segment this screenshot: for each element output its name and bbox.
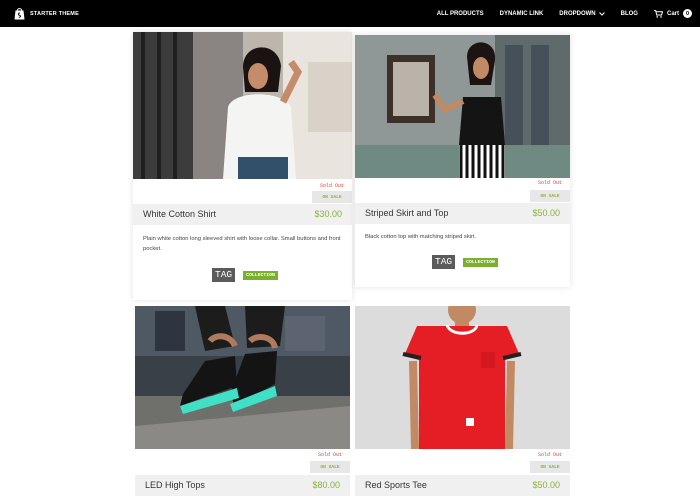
product-title[interactable]: Striped Skirt and Top: [365, 208, 448, 218]
sold-out-label: Sold Out: [537, 452, 562, 458]
product-card[interactable]: Sold Out ON SALE LED High Tops $80.00: [135, 306, 350, 496]
product-card[interactable]: Sold Out ON SALE White Cotton Shirt $30.…: [133, 32, 352, 300]
nav-blog[interactable]: BLOG: [621, 11, 638, 17]
brand-name: STARTER THEME: [30, 10, 79, 17]
product-price: $50.00: [532, 480, 560, 490]
nav-all-products[interactable]: ALL PRODUCTS: [437, 11, 484, 17]
sold-out-label: Sold Out: [319, 183, 344, 189]
product-image[interactable]: [133, 32, 352, 179]
collection-chip[interactable]: COLLECTION: [463, 257, 498, 267]
product-image[interactable]: [355, 35, 570, 178]
product-card[interactable]: Sold Out ON SALE Red Sports Tee $50.00: [355, 306, 570, 496]
product-title[interactable]: White Cotton Shirt: [143, 209, 216, 219]
collection-chip[interactable]: COLLECTION: [243, 270, 278, 280]
product-title-bar: White Cotton Shirt $30.00: [133, 204, 352, 225]
product-price: $80.00: [312, 480, 340, 490]
sold-out-label: Sold Out: [537, 180, 562, 186]
product-title[interactable]: LED High Tops: [145, 480, 205, 490]
product-description: Black cotton top with matching striped s…: [365, 234, 477, 240]
on-sale-badge: ON SALE: [530, 190, 570, 202]
product-tags: TAG COLLECTION: [212, 268, 278, 282]
product-image[interactable]: [135, 306, 350, 449]
top-navigation-bar: STARTER THEME ALL PRODUCTS DYNAMIC LINK …: [0, 0, 700, 27]
product-title-bar: Striped Skirt and Top $50.00: [355, 203, 570, 224]
sold-out-label: Sold Out: [317, 452, 342, 458]
brand-logo-link[interactable]: STARTER THEME: [14, 7, 79, 20]
on-sale-badge: ON SALE: [312, 191, 352, 203]
nav-dropdown[interactable]: DROPDOWN: [559, 10, 605, 17]
product-title[interactable]: Red Sports Tee: [365, 480, 427, 490]
cart-icon: [653, 9, 663, 18]
shopping-bag-icon: [14, 8, 25, 20]
cart-count-badge: 0: [683, 9, 692, 18]
tag-chip[interactable]: TAG: [432, 255, 456, 269]
product-card[interactable]: Sold Out ON SALE Striped Skirt and Top $…: [355, 35, 570, 287]
main-menu: ALL PRODUCTS DYNAMIC LINK DROPDOWN BLOG …: [437, 0, 692, 27]
product-image[interactable]: [355, 306, 570, 449]
tag-chip[interactable]: TAG: [212, 268, 236, 282]
product-description: Plain white cotton long sleeved shirt wi…: [143, 236, 341, 252]
chevron-down-icon: [598, 11, 605, 16]
product-price: $50.00: [532, 208, 560, 218]
nav-dynamic-link[interactable]: DYNAMIC LINK: [500, 11, 544, 17]
cart-link[interactable]: Cart 0: [653, 9, 692, 18]
product-price: $30.00: [314, 209, 342, 219]
on-sale-badge: ON SALE: [310, 461, 350, 473]
on-sale-badge: ON SALE: [530, 461, 570, 473]
product-tags: TAG COLLECTION: [432, 255, 498, 269]
nav-dropdown-label: DROPDOWN: [559, 10, 596, 17]
cart-label: Cart: [666, 10, 679, 17]
